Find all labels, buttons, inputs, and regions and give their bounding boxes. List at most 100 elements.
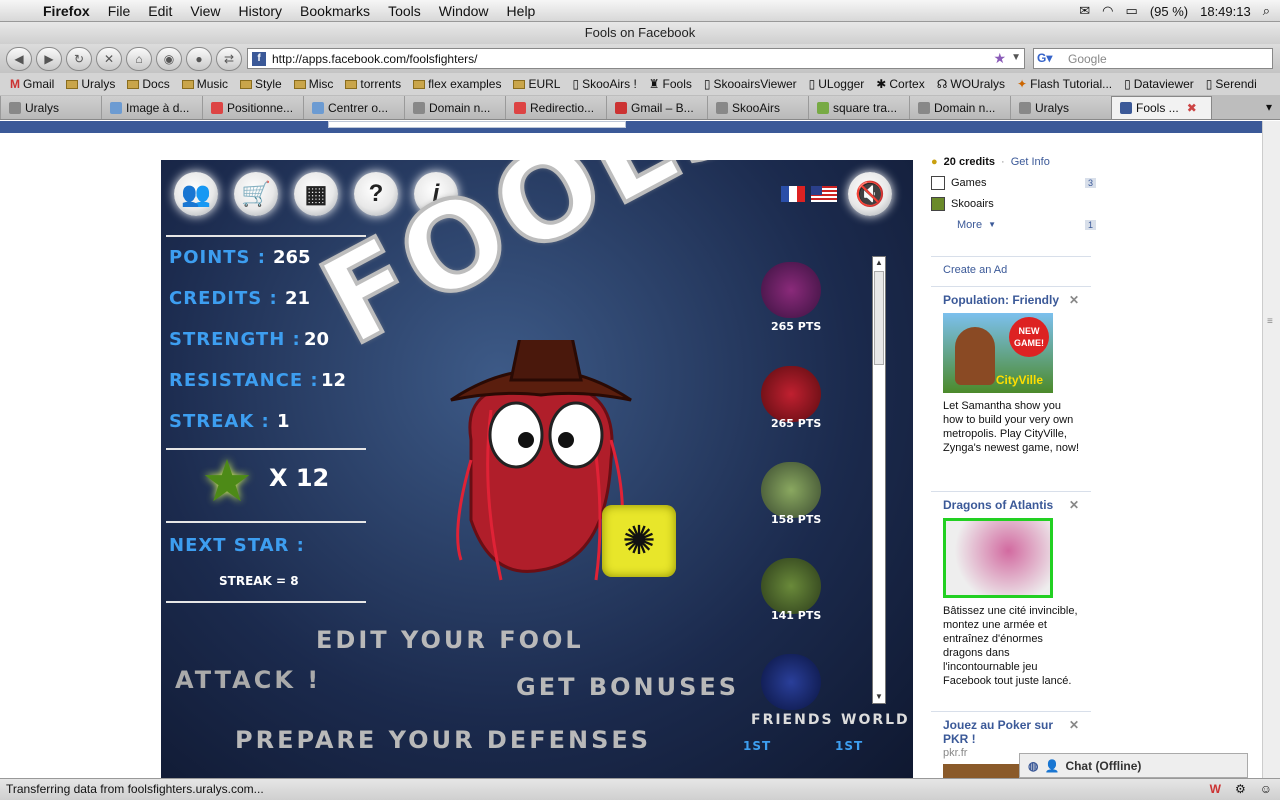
firebug-icon[interactable]: ☺ bbox=[1260, 779, 1272, 800]
bookmark-link[interactable]: ▯ Dataviewer bbox=[1118, 77, 1200, 91]
prepare-defenses-button[interactable]: PREPARE YOUR DEFENSES bbox=[235, 726, 651, 754]
page-scrollbar[interactable]: ≡ bbox=[1262, 121, 1280, 778]
wifi-icon[interactable]: ◠ bbox=[1102, 3, 1113, 19]
close-icon[interactable]: ✕ bbox=[1069, 718, 1079, 746]
more-link[interactable]: More ▼ 1 bbox=[931, 214, 1096, 235]
scroll-down-icon[interactable]: ▼ bbox=[874, 691, 884, 703]
stop-icon[interactable]: ✕ bbox=[96, 46, 122, 71]
menu-tools[interactable]: Tools bbox=[379, 0, 430, 22]
ad-title[interactable]: Dragons of Atlantis bbox=[943, 498, 1053, 512]
ad-dragons[interactable]: Dragons of Atlantis ✕ Bâtissez une cité i… bbox=[931, 491, 1091, 688]
tab[interactable]: SkooAirs bbox=[707, 96, 808, 119]
ranking-scrollbar[interactable]: ▲ ▼ bbox=[872, 256, 886, 704]
gear-icon[interactable]: ⚙ bbox=[1235, 779, 1246, 800]
dragon-ad-image[interactable] bbox=[943, 518, 1053, 598]
bookmark-link[interactable]: ♜ Fools bbox=[643, 77, 698, 91]
bookmark-folder[interactable]: flex examples bbox=[407, 77, 507, 91]
create-ad-link[interactable]: Create an Ad bbox=[943, 264, 1007, 276]
bookmark-folder[interactable]: Docs bbox=[121, 77, 175, 91]
world-tab[interactable]: WORLD bbox=[841, 712, 910, 728]
vortex-bonus-icon[interactable]: ✺ bbox=[602, 505, 676, 577]
tab[interactable]: Gmail – B... bbox=[606, 96, 707, 119]
ranking-fool-avatar[interactable] bbox=[761, 462, 821, 518]
ad-title[interactable]: Population: Friendly bbox=[943, 293, 1059, 307]
menu-view[interactable]: View bbox=[181, 0, 229, 22]
tab[interactable]: Positionne... bbox=[202, 96, 303, 119]
bookmark-link[interactable]: ▯ SkooAirs ! bbox=[566, 77, 642, 91]
tab[interactable]: Uralys bbox=[0, 96, 101, 119]
ad-cityville[interactable]: Population: Friendly ✕ NEW GAME! CityVill… bbox=[931, 286, 1091, 455]
menu-bookmarks[interactable]: Bookmarks bbox=[291, 0, 379, 22]
extension-icon[interactable]: ◉ bbox=[156, 46, 182, 71]
cityville-ad-image[interactable]: NEW GAME! CityVille bbox=[943, 313, 1053, 393]
friends-tab[interactable]: FRIENDS bbox=[751, 712, 834, 728]
tab[interactable]: Image à d... bbox=[101, 96, 202, 119]
french-flag-icon[interactable] bbox=[781, 186, 805, 202]
tab[interactable]: Domain n... bbox=[909, 96, 1010, 119]
back-button[interactable]: ◀ bbox=[6, 46, 32, 71]
url-text[interactable]: http://apps.facebook.com/foolsfighters/ bbox=[272, 52, 477, 66]
ad-title[interactable]: Jouez au Poker sur PKR ! bbox=[943, 718, 1069, 746]
url-dropdown-icon[interactable]: ▼ bbox=[1011, 52, 1021, 63]
get-bonuses-button[interactable]: GET BONUSES bbox=[516, 673, 739, 701]
addon-icon[interactable]: W bbox=[1210, 779, 1221, 800]
bookmark-link[interactable]: ☊ WOUralys bbox=[931, 77, 1011, 91]
ranking-fool-avatar[interactable] bbox=[761, 366, 821, 422]
bookmark-link[interactable]: ▯ ULogger bbox=[803, 77, 871, 91]
firebug-icon[interactable]: ● bbox=[186, 46, 212, 71]
sound-mute-icon[interactable]: 🔇 bbox=[848, 172, 892, 216]
mail-icon[interactable]: ✉ bbox=[1079, 3, 1090, 19]
bookmark-folder[interactable]: Style bbox=[234, 77, 288, 91]
url-bar[interactable]: f http://apps.facebook.com/foolsfighters… bbox=[247, 48, 1025, 69]
bookmark-folder[interactable]: Misc bbox=[288, 77, 340, 91]
share-icon[interactable]: ⇄ bbox=[216, 46, 242, 71]
tab[interactable]: Centrer o... bbox=[303, 96, 404, 119]
close-icon[interactable]: ✕ bbox=[1069, 498, 1079, 512]
game-canvas[interactable]: 👥 🛒 ▦ ? i 🔇 POINTS : 265 CREDITS : 21 ST… bbox=[161, 160, 913, 778]
blocks-icon[interactable]: ▦ bbox=[294, 172, 338, 216]
bookmark-link[interactable]: ✱ Cortex bbox=[870, 77, 930, 91]
forward-button[interactable]: ▶ bbox=[36, 46, 62, 71]
close-tab-icon[interactable]: ✖ bbox=[1187, 101, 1197, 115]
tab[interactable]: Uralys bbox=[1010, 96, 1111, 119]
bookmark-folder[interactable]: Music bbox=[176, 77, 234, 91]
clock[interactable]: 18:49:13 bbox=[1200, 4, 1251, 19]
poker-ad-image[interactable] bbox=[943, 764, 1023, 778]
friends-icon[interactable]: 👥 bbox=[174, 172, 218, 216]
menu-edit[interactable]: Edit bbox=[139, 0, 181, 22]
attack-button[interactable]: ATTACK ! bbox=[175, 666, 321, 694]
tab[interactable]: Domain n... bbox=[404, 96, 505, 119]
scroll-thumb[interactable] bbox=[874, 271, 884, 365]
bookmark-link[interactable]: ▯ SkooairsViewer bbox=[698, 77, 803, 91]
spotlight-icon[interactable]: ⌕ bbox=[1263, 3, 1270, 19]
tab-list-icon[interactable]: ▾ bbox=[1258, 96, 1280, 119]
bookmark-star-icon[interactable]: ★ bbox=[993, 50, 1006, 67]
bookmark-link[interactable]: ✦ Flash Tutorial... bbox=[1011, 77, 1118, 91]
globe-icon[interactable]: ◍ bbox=[1028, 759, 1038, 773]
bookmark-folder[interactable]: EURL bbox=[507, 77, 566, 91]
menu-app[interactable]: Firefox bbox=[34, 0, 99, 22]
get-info-link[interactable]: Get Info bbox=[1011, 156, 1050, 168]
facebook-search-input[interactable] bbox=[328, 121, 626, 128]
bookmark-link[interactable]: ▯ Serendi bbox=[1200, 77, 1263, 91]
scroll-up-icon[interactable]: ▲ bbox=[874, 257, 884, 269]
bookmark-folder[interactable]: torrents bbox=[339, 77, 407, 91]
ranking-fool-avatar[interactable] bbox=[761, 262, 821, 318]
menu-window[interactable]: Window bbox=[430, 0, 498, 22]
ranking-fool-avatar[interactable] bbox=[761, 558, 821, 614]
tab[interactable]: Redirectio... bbox=[505, 96, 606, 119]
close-icon[interactable]: ✕ bbox=[1069, 293, 1079, 307]
skooairs-link[interactable]: Skooairs bbox=[931, 193, 1096, 214]
menu-file[interactable]: File bbox=[99, 0, 140, 22]
google-icon[interactable]: G▾ bbox=[1037, 51, 1063, 66]
shop-cart-icon[interactable]: 🛒 bbox=[234, 172, 278, 216]
ranking-fool-avatar[interactable] bbox=[761, 654, 821, 710]
chat-bar[interactable]: ◍ 👤 Chat (Offline) bbox=[1019, 753, 1248, 778]
bookmark-folder[interactable]: Uralys bbox=[60, 77, 121, 91]
home-icon[interactable]: ⌂ bbox=[126, 46, 152, 71]
search-input[interactable]: G▾ Google bbox=[1033, 48, 1273, 69]
us-flag-icon[interactable] bbox=[811, 186, 837, 202]
edit-fool-button[interactable]: EDIT YOUR FOOL bbox=[316, 626, 584, 654]
battery-icon[interactable]: ▭ bbox=[1126, 3, 1138, 19]
tab-active[interactable]: Fools ... ✖ bbox=[1111, 96, 1212, 119]
